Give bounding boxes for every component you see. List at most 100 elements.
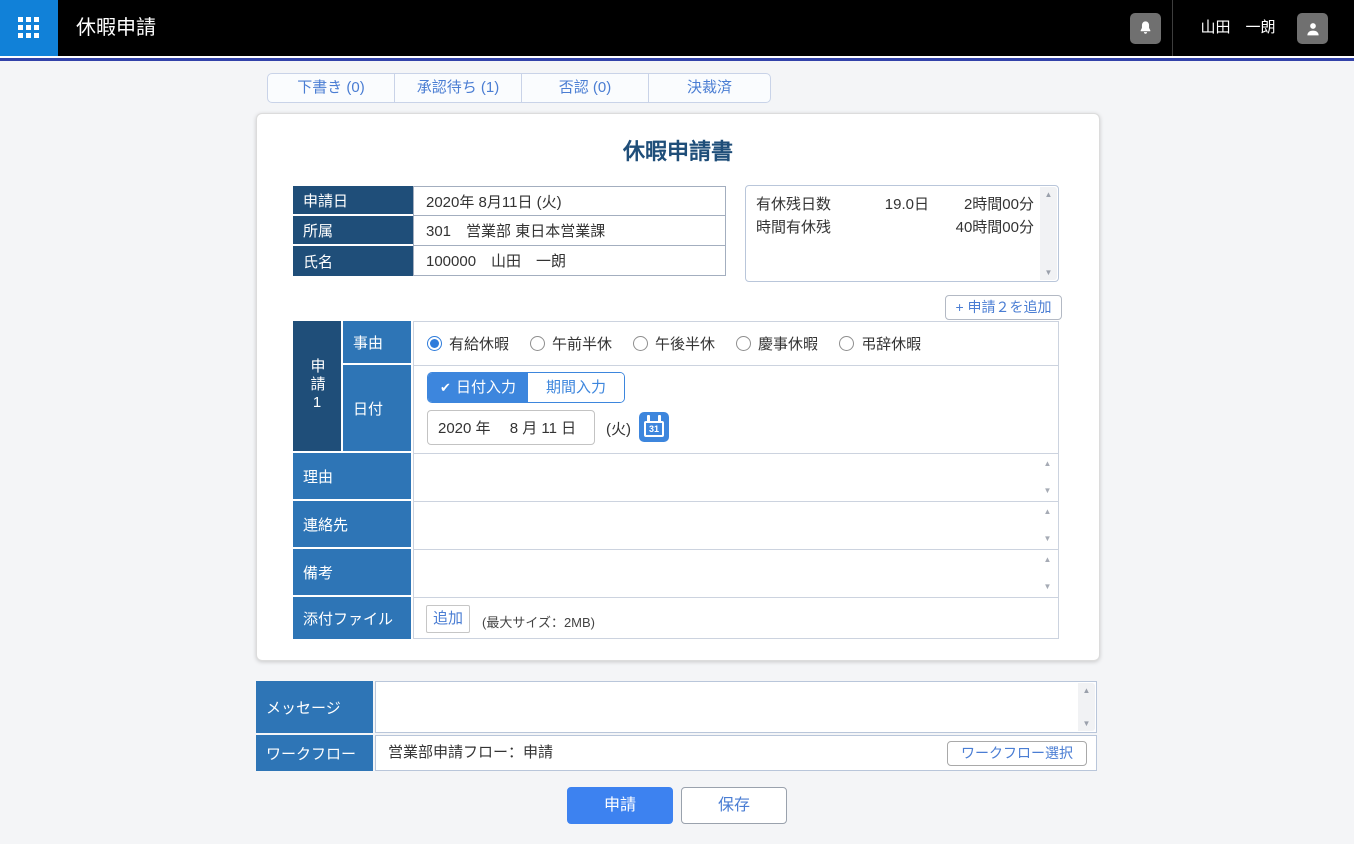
date-input[interactable] [427,410,595,445]
radio-icon [839,336,854,351]
row-divider [414,365,1058,366]
action-buttons: 申請 保存 [0,787,1354,824]
user-icon [1304,20,1322,38]
radio-icon [736,336,751,351]
department-label: 所属 [293,216,413,246]
scroll-down-icon[interactable]: ▼ [1083,719,1091,728]
radio-icon [427,336,442,351]
scroll-down-icon[interactable]: ▼ [1044,534,1052,543]
hourly-balance-days [859,216,929,239]
contact-textarea[interactable] [414,502,1039,548]
attachment-label: 添付ファイル [293,597,411,639]
scroll-up-icon[interactable]: ▲ [1044,507,1052,516]
submit-button[interactable]: 申請 [567,787,673,824]
scroll-down-icon[interactable]: ▼ [1044,582,1052,591]
calendar-icon-day: 31 [644,421,664,437]
request1-content: 有給休暇 午前半休 午後半休 慶事休暇 [413,321,1059,639]
apps-grid-icon [18,17,39,38]
balance-hours-value: 2時間00分 [929,193,1034,216]
list-item: 有休残日数 19.0日 2時間00分 [756,193,1034,216]
leave-request-card: 休暇申請書 申請日 2020年 8月11日 (火) 所属 301 営業部 東日本… [256,113,1100,661]
calendar-picker-button[interactable]: 31 [639,412,669,442]
radio-morning-half[interactable]: 午前半休 [530,333,612,354]
balance-scrollbar[interactable]: ▲ ▼ [1040,187,1057,280]
attachment-size-note: (最大サイズ：2MB) [482,612,595,631]
table-row: 氏名 100000 山田 一朗 [293,246,726,276]
scroll-up-icon[interactable]: ▲ [1083,686,1091,695]
user-profile-button[interactable] [1297,13,1328,44]
radio-label: 午後半休 [655,333,715,354]
workflow-label: ワークフロー [256,735,373,771]
list-item: 時間有休残 40時間00分 [756,216,1034,239]
contact-label: 連絡先 [293,501,411,547]
balance-days-label: 有休残日数 [756,193,859,216]
tab-period-input[interactable]: 期間入力 [528,373,624,402]
workflow-value: 営業部申請フロー：申請 [388,736,553,770]
request1-table: 申請1 事由 日付 理由 連絡先 備考 添付ファイル 有給休暇 [293,321,1059,639]
message-scrollbar[interactable]: ▲ ▼ [1078,683,1095,731]
date-mode-toggle: ✔ 日付入力 期間入力 [427,372,625,403]
department-value: 301 営業部 東日本営業課 [413,216,726,246]
radio-condolence-leave[interactable]: 弔辞休暇 [839,333,921,354]
request-date-label: 申請日 [293,186,413,216]
weekday-text: (火) [606,418,631,439]
name-value: 100000 山田 一朗 [413,246,726,276]
request-date-value: 2020年 8月11日 (火) [413,186,726,216]
radio-icon [633,336,648,351]
notification-button[interactable] [1130,13,1161,44]
hourly-balance-value: 40時間00分 [929,216,1034,239]
form-title: 休暇申請書 [257,134,1099,166]
why-textarea[interactable] [414,454,1039,500]
workflow-select-button[interactable]: ワークフロー選択 [947,741,1087,766]
table-row: 申請日 2020年 8月11日 (火) [293,186,726,216]
app-launcher-button[interactable] [0,0,58,56]
app-header: 休暇申請 山田 一朗 [0,0,1354,56]
name-label: 氏名 [293,246,413,276]
check-icon: ✔ [440,380,451,395]
radio-label: 午前半休 [552,333,612,354]
reason-radio-group: 有給休暇 午前半休 午後半休 慶事休暇 [427,322,921,365]
bell-icon [1137,20,1154,37]
message-textarea[interactable]: ▲ ▼ [375,681,1097,733]
header-accent-line [0,58,1354,61]
scroll-up-icon[interactable]: ▲ [1044,555,1052,564]
radio-afternoon-half[interactable]: 午後半休 [633,333,715,354]
tab-date-input[interactable]: ✔ 日付入力 [428,373,528,402]
radio-paid-leave[interactable]: 有給休暇 [427,333,509,354]
save-button[interactable]: 保存 [681,787,787,824]
remarks-scrollbar[interactable]: ▲ ▼ [1041,555,1054,591]
user-name: 山田 一朗 [1186,0,1290,56]
remarks-textarea[interactable] [414,550,1039,596]
scroll-up-icon[interactable]: ▲ [1045,190,1053,199]
radio-celebration-leave[interactable]: 慶事休暇 [736,333,818,354]
request1-group-label: 申請1 [293,321,341,451]
balance-days-value: 19.0日 [859,193,929,216]
applicant-info-table: 申請日 2020年 8月11日 (火) 所属 301 営業部 東日本営業課 氏名… [293,186,726,276]
add-request2-button[interactable]: + 申請２を追加 [945,295,1062,320]
scroll-down-icon[interactable]: ▼ [1044,486,1052,495]
tab-rejected[interactable]: 否認 (0) [521,74,648,102]
tab-pending-approval[interactable]: 承認待ち (1) [394,74,521,102]
tab-approved[interactable]: 決裁済 [648,74,770,102]
radio-label: 有給休暇 [449,333,509,354]
row-divider [414,597,1058,598]
scroll-down-icon[interactable]: ▼ [1045,268,1053,277]
why-scrollbar[interactable]: ▲ ▼ [1041,459,1054,495]
page-title: 休暇申請 [76,0,156,56]
leave-balance-panel: 有休残日数 19.0日 2時間00分 時間有休残 40時間00分 ▲ ▼ [745,185,1059,282]
radio-label: 慶事休暇 [758,333,818,354]
tab-draft[interactable]: 下書き (0) [268,74,394,102]
page: 休暇申請 山田 一朗 下書き (0) 承認待ち (1) 否認 (0) 決裁済 休… [0,0,1354,844]
remarks-label: 備考 [293,549,411,595]
hourly-balance-label: 時間有休残 [756,216,859,239]
attachment-add-button[interactable]: 追加 [426,605,470,633]
table-row: 所属 301 営業部 東日本営業課 [293,216,726,246]
radio-label: 弔辞休暇 [861,333,921,354]
contact-scrollbar[interactable]: ▲ ▼ [1041,507,1054,543]
tab-label: 期間入力 [546,379,606,396]
tab-label: 日付入力 [456,379,516,396]
scroll-up-icon[interactable]: ▲ [1044,459,1052,468]
workflow-row: 営業部申請フロー：申請 ワークフロー選択 [375,735,1097,771]
message-label: メッセージ [256,681,373,733]
header-divider [1172,0,1173,56]
